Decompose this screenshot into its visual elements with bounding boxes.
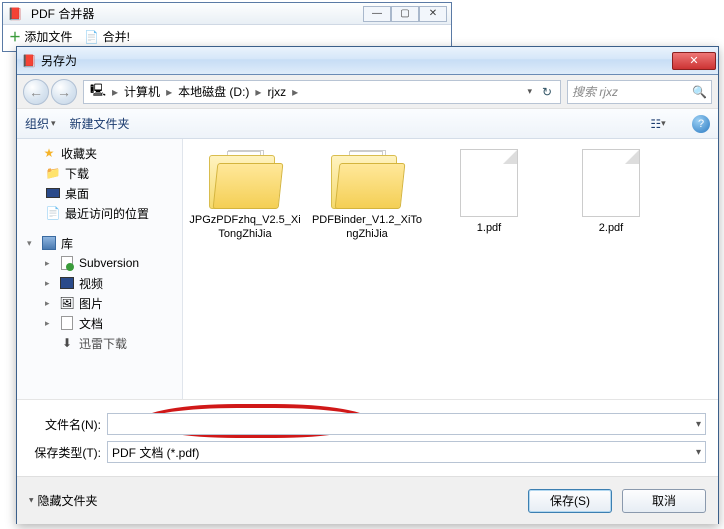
dialog-titlebar: 📕 另存为 ✕ — [17, 47, 718, 75]
dialog-close-button[interactable]: ✕ — [672, 52, 716, 70]
breadcrumb[interactable]: 🖳 ▸ 计算机 ▸ 本地磁盘 (D:) ▸ rjxz ▸ ▾ ↻ — [83, 80, 561, 104]
file-list[interactable]: JPGzPDFzhq_V2.5_XiTongZhiJia PDFBinder_V… — [183, 139, 718, 399]
chevron-down-icon[interactable]: ▾ — [696, 419, 701, 430]
chevron-down-icon: ▾ — [51, 118, 56, 129]
chevron-right-icon: ▸ — [45, 258, 55, 269]
search-placeholder: 搜索 rjxz — [572, 83, 618, 100]
save-as-dialog: 📕 另存为 ✕ ← → 🖳 ▸ 计算机 ▸ 本地磁盘 (D:) ▸ rjxz ▸… — [16, 46, 719, 524]
tree-subversion[interactable]: ▸Subversion — [17, 253, 182, 273]
pdf-file-icon — [582, 149, 640, 217]
tree-documents[interactable]: ▸文档 — [17, 313, 182, 333]
filetype-label: 保存类型(T): — [29, 444, 107, 461]
tree-recent[interactable]: 📄最近访问的位置 — [17, 203, 182, 223]
file-item-pdf[interactable]: 1.pdf — [433, 149, 545, 235]
document-icon — [59, 316, 75, 330]
download-icon: ⬇ — [59, 336, 75, 350]
filename-label: 文件名(N): — [29, 416, 107, 433]
address-bar-row: ← → 🖳 ▸ 计算机 ▸ 本地磁盘 (D:) ▸ rjxz ▸ ▾ ↻ 搜索 … — [17, 75, 718, 109]
search-icon: 🔍 — [692, 85, 707, 99]
nav-back-button[interactable]: ← — [23, 79, 49, 105]
plus-icon: ＋ — [9, 30, 21, 44]
view-mode-button[interactable]: ☷ ▾ — [644, 114, 672, 134]
chevron-right-icon: ▸ — [45, 318, 55, 329]
tree-thunder[interactable]: ⬇迅雷下载 — [17, 333, 182, 353]
app-title: PDF 合并器 — [27, 5, 363, 22]
close-icon: ✕ — [689, 54, 698, 67]
tree-desktop[interactable]: 桌面 — [17, 183, 182, 203]
breadcrumb-computer[interactable]: 计算机 — [120, 81, 164, 103]
breadcrumb-drive[interactable]: 本地磁盘 (D:) — [174, 81, 253, 103]
save-button[interactable]: 保存(S) — [528, 489, 612, 513]
tree-pictures[interactable]: ▸🖼图片 — [17, 293, 182, 313]
minimize-button[interactable]: — — [363, 6, 391, 22]
parent-window-controls: — ▢ ✕ — [363, 6, 447, 22]
recent-icon: 📄 — [45, 206, 61, 220]
pdf-file-icon — [460, 149, 518, 217]
back-icon: ← — [29, 84, 43, 100]
new-folder-button[interactable]: 新建文件夹 — [70, 115, 130, 132]
chevron-right-icon: ▸ — [45, 298, 55, 309]
organize-menu[interactable]: 组织 ▾ — [25, 115, 56, 132]
input-area: 文件名(N): ▾ 保存类型(T): PDF 文档 (*.pdf) ▾ — [17, 399, 718, 476]
chevron-right-icon: ▸ — [45, 278, 55, 289]
breadcrumb-folder[interactable]: rjxz — [263, 81, 290, 103]
nav-buttons: ← → — [23, 79, 77, 105]
hide-folders-toggle[interactable]: ▴ 隐藏文件夹 — [29, 492, 98, 509]
parent-titlebar: 📕 PDF 合并器 — ▢ ✕ — [3, 3, 451, 25]
picture-icon: 🖼 — [59, 296, 75, 310]
body-split: ★收藏夹 📁下载 桌面 📄最近访问的位置 ▾库 ▸Subversion ▸视频 … — [17, 139, 718, 399]
library-icon — [41, 236, 57, 250]
add-file-button[interactable]: ＋ 添加文件 — [9, 28, 72, 45]
file-item-pdf[interactable]: 2.pdf — [555, 149, 667, 235]
folder-icon — [209, 149, 281, 209]
chevron-up-icon: ▴ — [29, 495, 34, 506]
forward-icon: → — [57, 84, 71, 100]
help-button[interactable]: ? — [692, 115, 710, 133]
close-button[interactable]: ✕ — [419, 6, 447, 22]
filename-input[interactable]: ▾ — [107, 413, 706, 435]
computer-icon: 🖳 — [86, 81, 110, 103]
merge-button[interactable]: 📄 合并! — [84, 28, 130, 45]
file-item-folder[interactable]: PDFBinder_V1.2_XiTongZhiJia — [311, 149, 423, 241]
parent-app-window: 📕 PDF 合并器 — ▢ ✕ ＋ 添加文件 📄 合并! — [2, 2, 452, 52]
breadcrumb-dropdown[interactable]: ▾ — [523, 81, 536, 103]
chevron-down-icon: ▾ — [27, 238, 37, 249]
chevron-down-icon[interactable]: ▾ — [696, 447, 701, 458]
folder-icon: 📁 — [45, 166, 61, 180]
nav-forward-button[interactable]: → — [51, 79, 77, 105]
parent-toolbar: ＋ 添加文件 📄 合并! — [3, 25, 451, 47]
maximize-button[interactable]: ▢ — [391, 6, 419, 22]
search-input[interactable]: 搜索 rjxz 🔍 — [567, 80, 712, 104]
folder-icon — [331, 149, 403, 209]
nav-tree: ★收藏夹 📁下载 桌面 📄最近访问的位置 ▾库 ▸Subversion ▸视频 … — [17, 139, 183, 399]
dialog-title: 另存为 — [41, 52, 672, 69]
dialog-icon: 📕 — [21, 53, 37, 69]
tree-favorites[interactable]: ★收藏夹 — [17, 143, 182, 163]
star-icon: ★ — [41, 146, 57, 160]
tree-videos[interactable]: ▸视频 — [17, 273, 182, 293]
app-icon: 📕 — [7, 6, 23, 22]
video-icon — [59, 276, 75, 290]
desktop-icon — [45, 186, 61, 200]
file-item-folder[interactable]: JPGzPDFzhq_V2.5_XiTongZhiJia — [189, 149, 301, 241]
toolbar: 组织 ▾ 新建文件夹 ☷ ▾ ? — [17, 109, 718, 139]
tree-downloads[interactable]: 📁下载 — [17, 163, 182, 183]
cancel-button[interactable]: 取消 — [622, 489, 706, 513]
filetype-select[interactable]: PDF 文档 (*.pdf) ▾ — [107, 441, 706, 463]
tree-libraries[interactable]: ▾库 — [17, 233, 182, 253]
footer: ▴ 隐藏文件夹 保存(S) 取消 — [17, 476, 718, 524]
subversion-icon — [59, 256, 75, 270]
refresh-button[interactable]: ↻ — [536, 85, 558, 99]
